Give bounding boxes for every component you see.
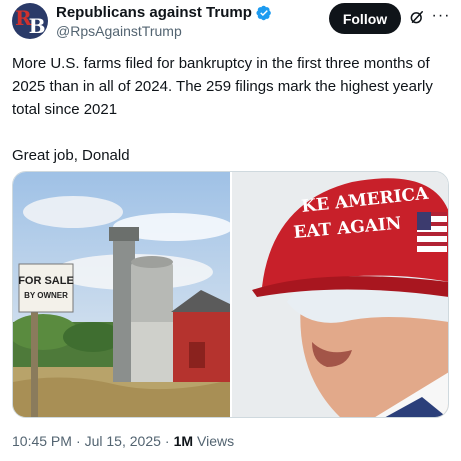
sign-line-2: BY OWNER [24, 291, 68, 300]
farm-scene: FOR SALE BY OWNER [13, 172, 230, 417]
author-handle[interactable]: @RpsAgainstTrump [56, 23, 182, 39]
verified-badge-icon [256, 5, 271, 20]
tweet-date[interactable]: Jul 15, 2025 [85, 433, 161, 449]
tweet-media[interactable]: FOR SALE BY OWNER KE AMERICA EAT AGAIN [12, 171, 449, 418]
portrait-scene: KE AMERICA EAT AGAIN [231, 172, 448, 417]
flag-icon [416, 212, 447, 252]
portrait-photo[interactable]: KE AMERICA EAT AGAIN [231, 172, 448, 417]
grok-icon[interactable] [408, 8, 426, 26]
avatar-logo: RB [15, 6, 46, 38]
tweet-meta: 10:45 PM · Jul 15, 2025 · 1M Views [12, 433, 234, 449]
farm-photo[interactable]: FOR SALE BY OWNER [13, 172, 230, 417]
views-label[interactable]: Views [197, 433, 234, 449]
more-icon[interactable]: ··· [431, 6, 451, 26]
meta-separator-2: · [164, 433, 170, 449]
avatar[interactable]: RB [12, 3, 48, 39]
author-name-row: Republicans against Trump [56, 4, 272, 21]
meta-separator-1: · [75, 433, 81, 449]
sign-line-1: FOR SALE [18, 275, 74, 287]
tweet-text: More U.S. farms filed for bankruptcy in … [12, 55, 433, 164]
display-name[interactable]: Republicans against Trump [56, 4, 252, 21]
follow-button[interactable]: Follow [329, 3, 401, 34]
views-count[interactable]: 1M [174, 433, 193, 449]
tweet-time[interactable]: 10:45 PM [12, 433, 72, 449]
